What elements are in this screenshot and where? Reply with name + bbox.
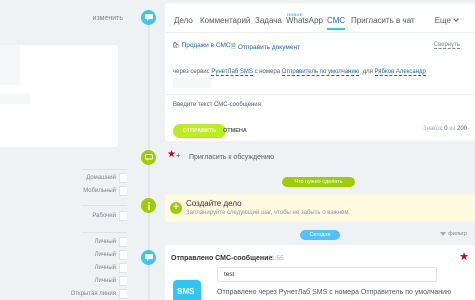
tab-task[interactable]: Задача <box>255 16 282 25</box>
via-prefix: через сервис <box>173 69 210 75</box>
tab-comment[interactable]: Комментарий <box>200 16 250 25</box>
create-task-subtitle: Запланируйте следующий шаг, чтобы не заб… <box>186 210 349 216</box>
messenger-type-label: Личный <box>94 278 116 284</box>
divider <box>82 232 127 233</box>
invite-to-discussion-label: Пригласить к обсуждению <box>189 154 275 161</box>
chat-bubble-icon <box>141 10 156 25</box>
tab-whatsapp[interactable]: WhatsApp <box>286 16 323 25</box>
counter-max: 200 <box>456 126 467 132</box>
via-to-text: для <box>362 69 373 75</box>
create-task-title: Создайте дело <box>186 199 242 208</box>
invite-to-discussion-row[interactable]: ★ + Пригласить к обсуждению <box>165 150 475 166</box>
chevron-down-icon <box>453 16 459 22</box>
sms-icon <box>141 250 156 265</box>
cancel-button[interactable]: отмена <box>223 128 247 134</box>
via-from-text: с номера <box>254 69 281 75</box>
sms-logo-text: SMS <box>177 287 195 296</box>
messenger-value-field[interactable] <box>119 276 127 286</box>
messenger-type-label: Открытая линия <box>70 291 116 297</box>
star-icon[interactable]: ★ <box>459 252 469 263</box>
divider <box>165 94 475 95</box>
character-counter: Знаков 0 из 200 <box>423 126 467 132</box>
sms-message-bubble: test <box>217 267 437 282</box>
sales-in-sms-label: Продажи в СМС <box>181 42 231 49</box>
email-type-label: Рабочий <box>92 213 116 219</box>
filter-button[interactable]: фильтр <box>440 231 467 237</box>
contact-card-placeholder <box>0 45 20 85</box>
tab-invite-to-chat[interactable]: Пригласить в чат <box>351 16 415 25</box>
messenger-value-field[interactable] <box>119 263 127 273</box>
sms-history-entry: Отправлено СМС-сообщение 11:55 ★ SMS tes… <box>165 245 475 300</box>
add-circle-icon: + <box>170 202 182 214</box>
messenger-value-field[interactable] <box>119 250 127 260</box>
sms-text-input[interactable]: Введите текст СМС-сообщения <box>173 101 467 115</box>
tab-activity[interactable]: Дело <box>174 16 193 25</box>
today-section-label: Сегодня <box>300 230 340 240</box>
send-document-button[interactable]: 🗎 Отправить документ <box>231 42 300 52</box>
recipient-phone-placeholder <box>173 78 211 88</box>
left-panel: изменить Домашний Мобильный Рабочий Личн… <box>0 0 127 300</box>
sms-routing-info: через сервис РунетЛаб SMS с номера Отпра… <box>173 69 426 76</box>
more-tabs-label: Еще <box>434 16 451 25</box>
todo-section-label: Что нужно сделать <box>282 177 355 187</box>
phone-value-field[interactable] <box>119 186 127 196</box>
messenger-type-label: Личный <box>94 239 116 245</box>
send-document-label: Отправить документ <box>237 43 301 51</box>
tab-sms[interactable]: СМС <box>327 16 346 30</box>
composer-tabs: Дело Комментарий Задача НОВОЕ WhatsApp С… <box>165 3 475 33</box>
divider <box>82 205 127 206</box>
sender-selector[interactable]: Отправитель по умолчанию <box>281 69 360 76</box>
info-icon <box>141 198 156 213</box>
filter-icon <box>440 232 447 236</box>
phone-type-label: Домашний <box>86 175 116 181</box>
counter-count: 0 <box>444 126 448 132</box>
send-button[interactable]: отправить <box>173 124 226 138</box>
sms-logo-icon: SMS <box>173 280 201 300</box>
divider <box>165 32 475 33</box>
activity-composer: Дело Комментарий Задача НОВОЕ WhatsApp С… <box>165 3 475 141</box>
sms-service-selector[interactable]: РунетЛаб SMS <box>211 69 253 76</box>
counter-of: из <box>449 126 456 132</box>
messenger-value-field[interactable] <box>119 289 127 299</box>
phone-type-label: Мобильный <box>83 188 116 194</box>
change-link[interactable]: изменить <box>93 15 123 22</box>
messenger-type-label: Личный <box>94 252 116 258</box>
comment-icon <box>141 150 156 165</box>
messenger-value-field[interactable] <box>119 237 127 247</box>
collapse-link[interactable]: Свернуть <box>433 42 460 49</box>
star-icon: ★ <box>167 149 176 160</box>
recipient-selector[interactable]: Рябков Александр <box>374 69 426 76</box>
entry-time: 11:55 <box>268 255 284 262</box>
phone-value-field[interactable] <box>119 173 127 183</box>
create-task-card[interactable]: + Создайте дело Запланируйте следующий ш… <box>165 194 475 222</box>
messenger-type-label: Личный <box>94 265 116 271</box>
entry-description: Отправлено через РунетЛаб SMS с номера О… <box>217 289 452 296</box>
email-value-field[interactable] <box>119 211 127 221</box>
more-tabs-button[interactable]: Еще <box>434 16 459 25</box>
filter-label: фильтр <box>448 231 467 237</box>
shopping-bag-icon: 🛍 <box>172 43 180 49</box>
contact-card-placeholder <box>0 94 30 104</box>
document-icon: 🗎 <box>231 44 236 50</box>
plus-icon: + <box>176 151 181 160</box>
entry-title: Отправлено СМС-сообщение <box>171 255 273 262</box>
divider <box>82 169 127 170</box>
sales-in-sms-button[interactable]: 🛍 Продажи в СМС <box>172 42 231 49</box>
counter-prefix: Знаков <box>423 126 443 132</box>
